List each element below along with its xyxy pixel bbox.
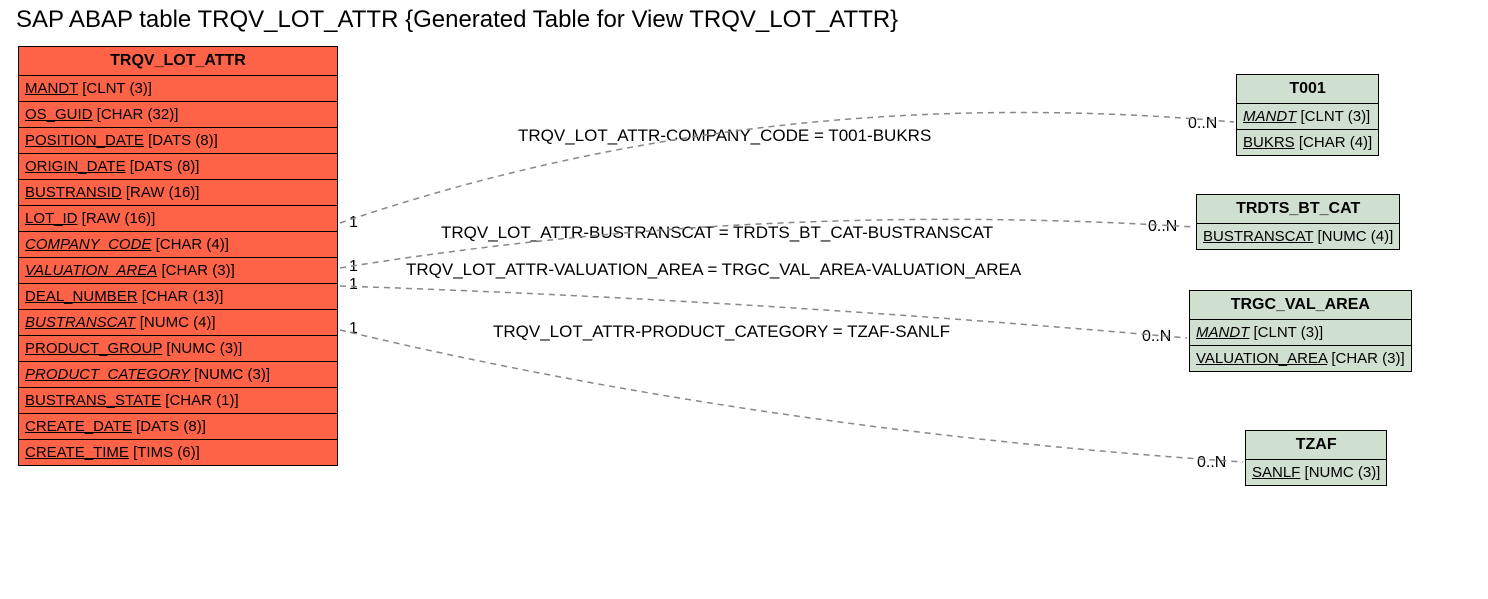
field-type: [NUMC (4)] [1313, 228, 1393, 245]
field-type: [TIMS (6)] [129, 444, 200, 461]
entity-ref-trgc-val-area: TRGC_VAL_AREAMANDT [CLNT (3)]VALUATION_A… [1189, 290, 1412, 372]
field-name: MANDT [1196, 324, 1249, 341]
field-type: [CHAR (1)] [161, 392, 239, 409]
field-type: [NUMC (3)] [1300, 464, 1380, 481]
field-type: [CHAR (13)] [138, 288, 224, 305]
cardinality-right-2: 0..N [1142, 328, 1171, 346]
entity-field: MANDT [CLNT (3)] [19, 76, 337, 102]
field-name: BUSTRANSID [25, 184, 122, 201]
field-type: [RAW (16)] [78, 210, 156, 227]
cardinality-left-1: 1 [349, 258, 358, 276]
field-type: [CLNT (3)] [1296, 108, 1370, 125]
entity-field: MANDT [CLNT (3)] [1237, 104, 1378, 130]
field-type: [NUMC (3)] [162, 340, 242, 357]
relation-label-3: TRQV_LOT_ATTR-PRODUCT_CATEGORY = TZAF-SA… [493, 322, 950, 342]
field-type: [CLNT (3)] [78, 80, 152, 97]
entity-field: BUSTRANS_STATE [CHAR (1)] [19, 388, 337, 414]
entity-field: CREATE_TIME [TIMS (6)] [19, 440, 337, 465]
relation-label-2: TRQV_LOT_ATTR-VALUATION_AREA = TRGC_VAL_… [406, 260, 1021, 280]
entity-field: DEAL_NUMBER [CHAR (13)] [19, 284, 337, 310]
entity-field: OS_GUID [CHAR (32)] [19, 102, 337, 128]
page-title: SAP ABAP table TRQV_LOT_ATTR {Generated … [16, 6, 898, 34]
field-name: OS_GUID [25, 106, 93, 123]
entity-field: ORIGIN_DATE [DATS (8)] [19, 154, 337, 180]
field-name: PRODUCT_GROUP [25, 340, 162, 357]
entity-field: MANDT [CLNT (3)] [1190, 320, 1411, 346]
cardinality-right-3: 0..N [1197, 454, 1226, 472]
field-name: VALUATION_AREA [1196, 350, 1327, 367]
entity-field: COMPANY_CODE [CHAR (4)] [19, 232, 337, 258]
cardinality-left-3: 1 [349, 320, 358, 338]
field-type: [DATS (8)] [126, 158, 200, 175]
entity-main-table: TRQV_LOT_ATTRMANDT [CLNT (3)]OS_GUID [CH… [18, 46, 338, 466]
entity-header: TRGC_VAL_AREA [1190, 291, 1411, 320]
field-name: BUSTRANSCAT [1203, 228, 1313, 245]
field-name: CREATE_DATE [25, 418, 132, 435]
entity-field: BUKRS [CHAR (4)] [1237, 130, 1378, 155]
field-type: [CLNT (3)] [1249, 324, 1323, 341]
cardinality-right-1: 0..N [1148, 218, 1177, 236]
field-type: [CHAR (4)] [151, 236, 229, 253]
field-name: BUKRS [1243, 134, 1295, 151]
entity-header: TZAF [1246, 431, 1386, 460]
field-name: PRODUCT_CATEGORY [25, 366, 190, 383]
entity-field: PRODUCT_CATEGORY [NUMC (3)] [19, 362, 337, 388]
relation-label-0: TRQV_LOT_ATTR-COMPANY_CODE = T001-BUKRS [518, 126, 931, 146]
field-type: [CHAR (32)] [93, 106, 179, 123]
entity-field: VALUATION_AREA [CHAR (3)] [19, 258, 337, 284]
field-type: [CHAR (4)] [1295, 134, 1373, 151]
field-type: [CHAR (3)] [1327, 350, 1405, 367]
field-name: ORIGIN_DATE [25, 158, 126, 175]
entity-ref-t001: T001MANDT [CLNT (3)]BUKRS [CHAR (4)] [1236, 74, 1379, 156]
field-name: BUSTRANS_STATE [25, 392, 161, 409]
entity-field: CREATE_DATE [DATS (8)] [19, 414, 337, 440]
field-name: POSITION_DATE [25, 132, 144, 149]
field-type: [DATS (8)] [144, 132, 218, 149]
entity-ref-tzaf: TZAFSANLF [NUMC (3)] [1245, 430, 1387, 486]
field-type: [NUMC (3)] [190, 366, 270, 383]
entity-field: SANLF [NUMC (3)] [1246, 460, 1386, 485]
field-name: SANLF [1252, 464, 1300, 481]
field-name: MANDT [1243, 108, 1296, 125]
entity-field: POSITION_DATE [DATS (8)] [19, 128, 337, 154]
field-name: BUSTRANSCAT [25, 314, 136, 331]
field-type: [NUMC (4)] [136, 314, 216, 331]
cardinality-left-2: 1 [349, 276, 358, 294]
field-type: [DATS (8)] [132, 418, 206, 435]
entity-header: T001 [1237, 75, 1378, 104]
field-name: COMPANY_CODE [25, 236, 151, 253]
field-type: [RAW (16)] [122, 184, 200, 201]
field-name: LOT_ID [25, 210, 78, 227]
entity-ref-trdts-bt-cat: TRDTS_BT_CATBUSTRANSCAT [NUMC (4)] [1196, 194, 1400, 250]
entity-field: LOT_ID [RAW (16)] [19, 206, 337, 232]
relation-label-1: TRQV_LOT_ATTR-BUSTRANSCAT = TRDTS_BT_CAT… [441, 223, 993, 243]
entity-field: VALUATION_AREA [CHAR (3)] [1190, 346, 1411, 371]
entity-field: BUSTRANSCAT [NUMC (4)] [1197, 224, 1399, 249]
entity-field: BUSTRANSID [RAW (16)] [19, 180, 337, 206]
field-name: DEAL_NUMBER [25, 288, 138, 305]
field-name: CREATE_TIME [25, 444, 129, 461]
cardinality-right-0: 0..N [1188, 115, 1217, 133]
field-name: VALUATION_AREA [25, 262, 157, 279]
field-name: MANDT [25, 80, 78, 97]
entity-field: PRODUCT_GROUP [NUMC (3)] [19, 336, 337, 362]
cardinality-left-0: 1 [349, 214, 358, 232]
entity-header: TRDTS_BT_CAT [1197, 195, 1399, 224]
entity-header: TRQV_LOT_ATTR [19, 47, 337, 76]
entity-field: BUSTRANSCAT [NUMC (4)] [19, 310, 337, 336]
field-type: [CHAR (3)] [157, 262, 235, 279]
